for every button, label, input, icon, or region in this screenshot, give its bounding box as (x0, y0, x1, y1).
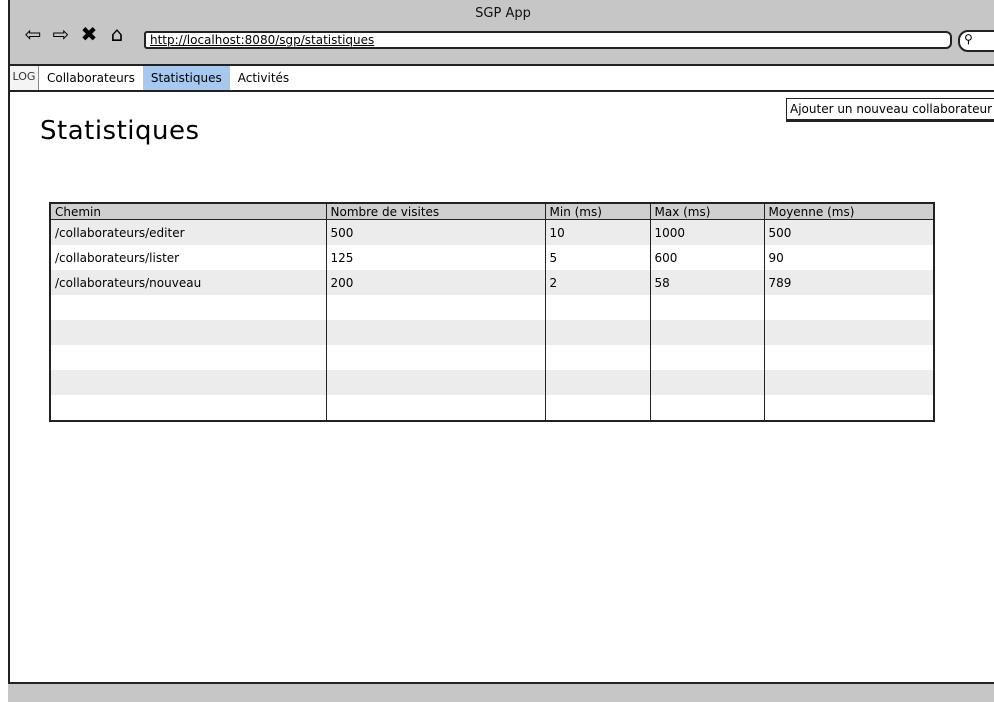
table-cell: 90 (764, 245, 935, 270)
table-row[interactable]: /collaborateurs/nouveau 200 2 58 789 (50, 270, 935, 295)
table-cell: 1000 (650, 219, 765, 245)
table-header-row: Chemin Nombre de visites Min (ms) Max (m… (50, 203, 935, 220)
table-cell (545, 345, 651, 370)
table-cell: 2 (545, 270, 651, 295)
table-cell: 789 (764, 270, 935, 295)
column-header[interactable]: Min (ms) (545, 203, 651, 220)
table-row[interactable] (50, 370, 935, 395)
table-cell (50, 345, 327, 370)
table-cell (650, 370, 765, 395)
table-cell (650, 395, 765, 421)
table-cell (764, 395, 935, 421)
table-cell: /collaborateurs/nouveau (50, 270, 327, 295)
table-cell: 200 (326, 270, 546, 295)
table-row[interactable] (50, 320, 935, 345)
table-cell (326, 320, 546, 345)
column-header[interactable]: Nombre de visites (326, 203, 546, 220)
page-title: Statistiques (40, 116, 200, 146)
column-header[interactable]: Max (ms) (650, 203, 765, 220)
table-cell (50, 370, 327, 395)
table-cell: 58 (650, 270, 765, 295)
table-cell: 125 (326, 245, 546, 270)
table-cell: /collaborateurs/lister (50, 245, 327, 270)
table-cell (326, 395, 546, 421)
table-cell (650, 345, 765, 370)
stats-table: Chemin Nombre de visites Min (ms) Max (m… (49, 202, 935, 422)
table-row[interactable]: /collaborateurs/editer 500 10 1000 500 (50, 219, 935, 245)
table-cell: 5 (545, 245, 651, 270)
table-row[interactable] (50, 345, 935, 370)
table-cell (764, 345, 935, 370)
table-cell (50, 395, 327, 421)
column-header[interactable]: Chemin (50, 203, 327, 220)
table-cell (764, 295, 935, 320)
column-header[interactable]: Moyenne (ms) (764, 203, 935, 220)
table-cell: 500 (326, 219, 546, 245)
table-cell: 500 (764, 219, 935, 245)
table-row[interactable] (50, 395, 935, 421)
table-cell: 10 (545, 219, 651, 245)
table-cell (764, 370, 935, 395)
table-cell: /collaborateurs/editer (50, 219, 327, 245)
table-row[interactable] (50, 295, 935, 320)
table-cell (650, 295, 765, 320)
table-cell (545, 370, 651, 395)
table-cell (545, 320, 651, 345)
add-collaborator-button[interactable]: Ajouter un nouveau collaborateur (786, 98, 994, 122)
table-cell: 600 (650, 245, 765, 270)
table-cell (326, 295, 546, 320)
table-cell (650, 320, 765, 345)
table-cell (50, 295, 327, 320)
table-row[interactable]: /collaborateurs/lister 125 5 600 90 (50, 245, 935, 270)
table-cell (764, 320, 935, 345)
table-cell (50, 320, 327, 345)
table-cell (326, 370, 546, 395)
table-cell (545, 295, 651, 320)
status-bar (8, 682, 994, 702)
table-cell (545, 395, 651, 421)
table-cell (326, 345, 546, 370)
